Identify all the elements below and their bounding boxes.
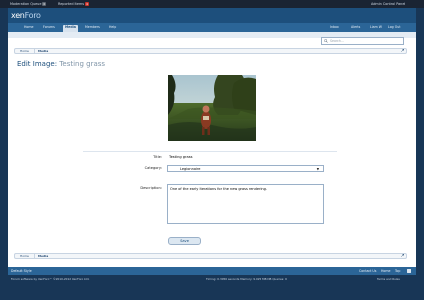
title-label: Title: (153, 155, 162, 159)
title-field[interactable]: Testing grass (169, 155, 192, 159)
tab-home[interactable]: Home (22, 25, 35, 32)
admin-bar: Moderation Queue 0 Reported Items 4 Admin … (0, 0, 424, 8)
site-logo[interactable]: xenForo (11, 11, 41, 20)
category-label: Category: (144, 166, 162, 170)
breadcrumb-separator-bottom (34, 254, 35, 259)
tab-members[interactable]: Members (83, 25, 102, 32)
media-image (168, 75, 256, 141)
reported-items-link[interactable]: Reported Items 4 (58, 2, 89, 6)
page-title: Edit Image: Testing grass (17, 60, 105, 68)
terms-and-rules-link[interactable]: Terms and Rules (377, 275, 400, 283)
site-header: xenForo (8, 8, 416, 23)
breadcrumb-home-bottom[interactable]: Home (20, 254, 29, 259)
search-placeholder: Search... (330, 39, 344, 43)
main-navigation: Home Forums Media Members Help Inbox Ale… (8, 23, 416, 32)
moderation-count-badge: 0 (42, 2, 47, 6)
breadcrumb-current[interactable]: Media (38, 49, 48, 54)
footer-home-link[interactable]: Home (381, 267, 390, 275)
save-button[interactable]: Save (168, 237, 201, 245)
breadcrumb-bottom: Home Media (14, 253, 407, 259)
footer-bar: Default Style Contact Us Home Top (8, 267, 416, 275)
chevron-down-icon: ▼ (316, 167, 319, 171)
tab-media[interactable]: Media (63, 25, 78, 32)
admin-control-panel-link[interactable]: Admin Control Panel (371, 2, 405, 6)
search-input[interactable]: Search... (321, 37, 404, 45)
category-selected-value: Legionnaire (180, 167, 201, 171)
breadcrumb-separator (34, 49, 35, 54)
user-menu-link[interactable]: Liam W (368, 25, 384, 32)
footer-debug-timing: Timing: 0.3056 seconds Memory: 9.025 MB … (206, 277, 287, 281)
description-text: One of the early iterations for the new … (170, 187, 267, 191)
breadcrumb: Home Media (14, 48, 407, 54)
inbox-link[interactable]: Inbox (328, 25, 341, 32)
content-area (8, 38, 416, 267)
category-select[interactable]: Legionnaire ▼ (167, 165, 324, 172)
description-label: Description: (140, 186, 162, 190)
rss-icon[interactable] (407, 269, 411, 273)
footer-copyright[interactable]: Forum software by XenForo™ ©2010-2012 Xe… (11, 275, 89, 283)
logo-part-2: Foro (24, 11, 41, 20)
footer-top-link[interactable]: Top (395, 267, 400, 275)
search-icon (324, 39, 328, 46)
tab-help[interactable]: Help (107, 25, 118, 32)
footer-contact-link[interactable]: Contact Us (359, 267, 376, 275)
jump-to-icon[interactable] (401, 49, 404, 54)
style-chooser-link[interactable]: Default Style (11, 267, 32, 275)
logout-link[interactable]: Log Out (386, 25, 403, 32)
breadcrumb-current-bottom[interactable]: Media (38, 254, 48, 259)
logo-part-1: xen (11, 11, 25, 20)
title-prefix: Edit Image: (17, 60, 58, 68)
reported-items-label: Reported Items (58, 2, 85, 6)
reported-count-badge: 4 (85, 2, 89, 6)
title-media-name: Testing grass (59, 60, 106, 68)
tab-forums[interactable]: Forums (41, 25, 57, 32)
breadcrumb-home[interactable]: Home (20, 49, 29, 54)
moderation-queue-label: Moderation Queue (10, 2, 42, 6)
alerts-link[interactable]: Alerts (349, 25, 362, 32)
description-textarea[interactable]: One of the early iterations for the new … (167, 184, 324, 224)
form-divider (83, 151, 337, 152)
moderation-queue-link[interactable]: Moderation Queue 0 (10, 2, 47, 6)
footer-info: Forum software by XenForo™ ©2010-2012 Xe… (8, 275, 416, 283)
jump-to-icon-bottom[interactable] (401, 254, 404, 259)
